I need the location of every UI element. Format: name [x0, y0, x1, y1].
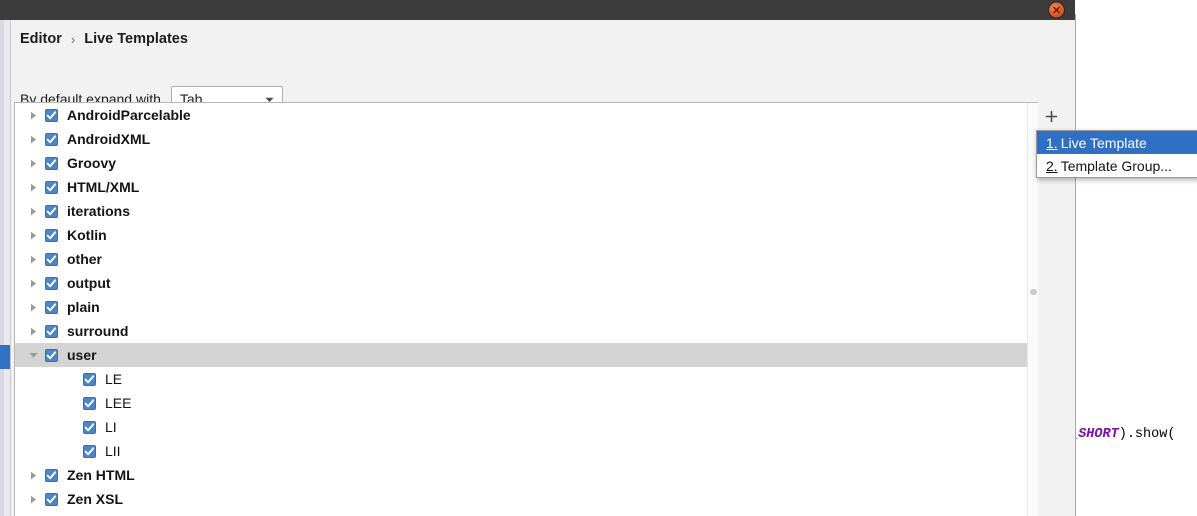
tree-row-label: output: [67, 275, 111, 291]
chevron-right-icon[interactable]: [25, 159, 41, 168]
close-icon[interactable]: [1049, 2, 1064, 18]
chevron-right-icon[interactable]: [25, 495, 41, 504]
popup-item-mnemonic: 2.: [1046, 157, 1058, 174]
tree-row-label: LI: [105, 419, 117, 435]
checkbox[interactable]: [45, 252, 58, 266]
editor-code-panel[interactable]: H_SHORT).show(: [1075, 14, 1197, 516]
tree-row-label: Kotlin: [67, 227, 107, 243]
template-groups-tree[interactable]: AndroidParcelable AndroidXML Groovy HTML/XM…: [14, 102, 1040, 516]
checkbox[interactable]: [45, 108, 58, 122]
popup-item-label: Live Template: [1060, 134, 1147, 151]
tree-row-label: LE: [105, 371, 123, 387]
popup-item-label: Template Group...: [1060, 157, 1172, 174]
tree-scrollbar-thumb[interactable]: [1030, 289, 1037, 295]
gutter-selection-marker: [0, 345, 10, 369]
tree-row-label: AndroidParcelable: [67, 107, 191, 123]
checkbox[interactable]: [45, 180, 58, 194]
tree-row[interactable]: LEE: [15, 391, 1039, 415]
ide-left-gutter: [0, 20, 11, 516]
code-constant-token: H_SHORT: [1076, 427, 1119, 442]
checkbox[interactable]: [83, 372, 96, 386]
tree-row[interactable]: AndroidParcelable: [15, 103, 1039, 127]
chevron-right-icon[interactable]: [25, 303, 41, 312]
tree-row[interactable]: LE: [15, 367, 1039, 391]
checkbox[interactable]: [45, 276, 58, 290]
breadcrumb-current: Live Templates: [84, 31, 188, 47]
breadcrumb: Editor › Live Templates: [20, 31, 188, 47]
tree-row[interactable]: AndroidXML: [15, 127, 1039, 151]
tree-row-label: surround: [67, 323, 129, 339]
chevron-down-icon[interactable]: [25, 352, 41, 359]
tree-row[interactable]: user: [15, 343, 1039, 367]
tree-row-label: Zen HTML: [67, 467, 135, 483]
template-groups-list: AndroidParcelable AndroidXML Groovy HTML/XM…: [15, 103, 1039, 511]
tree-row-label: HTML/XML: [67, 179, 140, 195]
chevron-right-icon[interactable]: [25, 135, 41, 144]
tree-row[interactable]: iterations: [15, 199, 1039, 223]
chevron-right-icon[interactable]: [25, 231, 41, 240]
chevron-right-icon[interactable]: [25, 279, 41, 288]
checkbox[interactable]: [83, 396, 96, 410]
code-line: H_SHORT).show(: [1076, 427, 1176, 442]
breadcrumb-root[interactable]: Editor: [20, 31, 62, 47]
tree-row[interactable]: Kotlin: [15, 223, 1039, 247]
add-template-button[interactable]: [1040, 108, 1062, 130]
tree-row[interactable]: surround: [15, 319, 1039, 343]
chevron-right-icon[interactable]: [25, 207, 41, 216]
popup-menu-item[interactable]: 1. Live Template: [1037, 131, 1197, 154]
add-template-popup-menu[interactable]: 1. Live Template 2. Template Group...: [1036, 130, 1197, 178]
tree-row-label: plain: [67, 299, 100, 315]
checkbox[interactable]: [45, 204, 58, 218]
checkbox[interactable]: [45, 348, 58, 362]
tree-row-label: LII: [105, 443, 121, 459]
tree-row[interactable]: Groovy: [15, 151, 1039, 175]
checkbox[interactable]: [45, 156, 58, 170]
window-titlebar: [0, 0, 1075, 21]
breadcrumb-separator-icon: ›: [70, 31, 76, 47]
checkbox[interactable]: [45, 300, 58, 314]
code-suffix-token: ).show(: [1118, 427, 1176, 442]
checkbox[interactable]: [45, 492, 58, 506]
tree-row-label: AndroidXML: [67, 131, 151, 147]
tree-row-label: iterations: [67, 203, 131, 219]
popup-item-mnemonic: 1.: [1046, 134, 1058, 151]
popup-menu-item[interactable]: 2. Template Group...: [1037, 154, 1197, 177]
tree-row[interactable]: Zen XSL: [15, 487, 1039, 511]
chevron-right-icon[interactable]: [25, 255, 41, 264]
checkbox[interactable]: [45, 228, 58, 242]
gutter-strip: [0, 20, 4, 516]
tree-row[interactable]: plain: [15, 295, 1039, 319]
chevron-right-icon[interactable]: [25, 471, 41, 480]
tree-row[interactable]: Zen HTML: [15, 463, 1039, 487]
tree-row[interactable]: LII: [15, 439, 1039, 463]
checkbox[interactable]: [45, 468, 58, 482]
chevron-right-icon[interactable]: [25, 327, 41, 336]
live-templates-settings-panel: Editor › Live Templates By default expan…: [0, 20, 1075, 516]
tree-row-label: Zen XSL: [67, 491, 124, 507]
chevron-right-icon[interactable]: [25, 183, 41, 192]
screen: H_SHORT).show( Editor › Live Templates B…: [0, 0, 1197, 516]
tree-row-label: user: [67, 347, 97, 363]
tree-row[interactable]: LI: [15, 415, 1039, 439]
checkbox[interactable]: [45, 324, 58, 338]
checkbox[interactable]: [83, 444, 96, 458]
chevron-right-icon[interactable]: [25, 111, 41, 120]
tree-row-label: other: [67, 251, 102, 267]
checkbox[interactable]: [83, 420, 96, 434]
tree-row[interactable]: other: [15, 247, 1039, 271]
plus-icon: [1045, 110, 1058, 128]
tree-row[interactable]: HTML/XML: [15, 175, 1039, 199]
tree-row-label: LEE: [105, 395, 132, 411]
checkbox[interactable]: [45, 132, 58, 146]
tree-row-label: Groovy: [67, 155, 117, 171]
tree-row[interactable]: output: [15, 271, 1039, 295]
